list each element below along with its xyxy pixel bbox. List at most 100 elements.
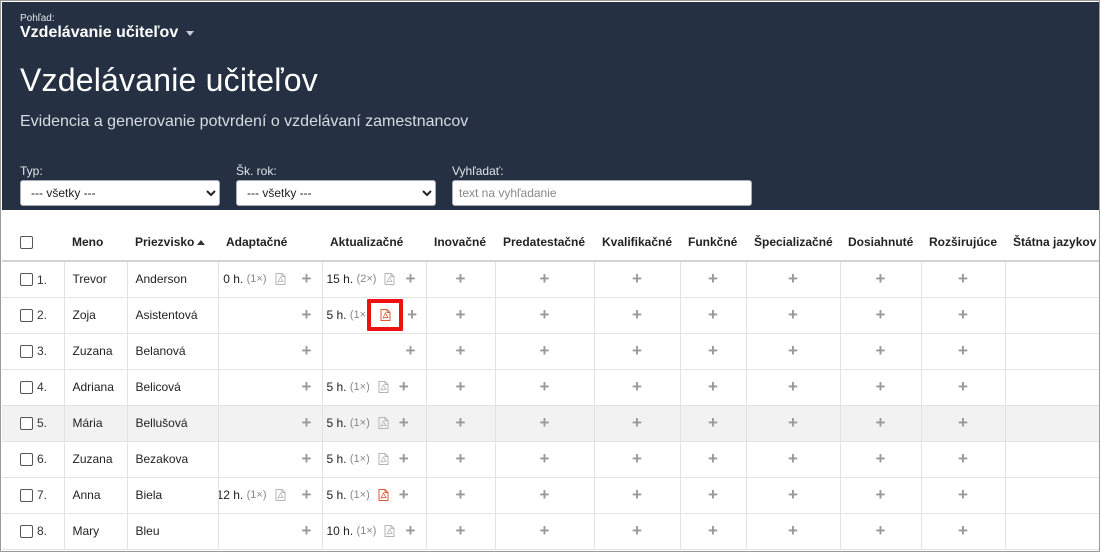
add-specializacne-icon[interactable]: + [786, 378, 800, 395]
add-dosiahnute-icon[interactable]: + [874, 306, 888, 323]
add-inovacne-icon[interactable]: + [454, 414, 468, 431]
column-header-inovacne[interactable]: Inovačné [426, 223, 495, 261]
add-inovacne-icon[interactable]: + [454, 450, 468, 467]
add-funkcne-icon[interactable]: + [706, 414, 720, 431]
add-rozsirujuce-icon[interactable]: + [956, 522, 970, 539]
add-dosiahnute-icon[interactable]: + [874, 486, 888, 503]
add-kvalifikacne-icon[interactable]: + [630, 270, 644, 287]
add-inovacne-icon[interactable]: + [454, 486, 468, 503]
add-kvalifikacne-icon[interactable]: + [630, 486, 644, 503]
add-specializacne-icon[interactable]: + [786, 414, 800, 431]
add-dosiahnute-icon[interactable]: + [874, 270, 888, 287]
table-row[interactable]: 6. Zuzana Bezakova +5 h. (1×) + + + + + + + + [2, 441, 1099, 477]
table-row[interactable]: 3. Zuzana Belanová + + + + + + + + + [2, 333, 1099, 369]
highlighted-pdf-button[interactable] [367, 299, 404, 331]
table-row[interactable]: 8. Mary Bleu +10 h. (1×) + + + + + + + + [2, 513, 1099, 549]
column-header-predatestacne[interactable]: Predatestačné [495, 223, 594, 261]
add-adaptacne-icon[interactable]: + [300, 342, 314, 359]
add-kvalifikacne-icon[interactable]: + [630, 450, 644, 467]
column-header-priezvisko[interactable]: Priezvisko [127, 223, 218, 261]
column-header-aktualizacne[interactable]: Aktualizačné [322, 223, 426, 261]
add-adaptacne-icon[interactable]: + [300, 270, 314, 287]
add-predatestacne-icon[interactable]: + [538, 450, 552, 467]
add-dosiahnute-icon[interactable]: + [874, 414, 888, 431]
column-header-statna-jazykova[interactable]: Štátna jazykov [1005, 223, 1099, 261]
add-aktualizacne-icon[interactable]: + [397, 486, 411, 503]
add-predatestacne-icon[interactable]: + [538, 378, 552, 395]
table-row[interactable]: 5. Mária Bellušová +5 h. (1×) + + + + + + + + [2, 405, 1099, 441]
add-kvalifikacne-icon[interactable]: + [630, 378, 644, 395]
add-rozsirujuce-icon[interactable]: + [956, 486, 970, 503]
add-predatestacne-icon[interactable]: + [538, 522, 552, 539]
table-row[interactable]: 4. Adriana Belicová +5 h. (1×) + + + + + + + + [2, 369, 1099, 405]
row-checkbox[interactable] [20, 344, 33, 358]
add-dosiahnute-icon[interactable]: + [874, 522, 888, 539]
add-predatestacne-icon[interactable]: + [538, 270, 552, 287]
pdf-file-icon[interactable] [378, 489, 389, 501]
row-checkbox[interactable] [20, 524, 33, 538]
add-specializacne-icon[interactable]: + [786, 270, 800, 287]
table-row[interactable]: 7. Anna Biela 12 h. (1×) +5 h. (1×) + + + + + + + + [2, 477, 1099, 513]
row-select-cell[interactable]: 5. [2, 405, 64, 441]
row-checkbox[interactable] [20, 380, 33, 394]
select-all-checkbox[interactable] [20, 235, 33, 249]
row-select-cell[interactable]: 6. [2, 441, 64, 477]
pdf-file-icon[interactable] [378, 381, 389, 393]
pdf-file-icon[interactable] [380, 309, 391, 321]
add-funkcne-icon[interactable]: + [706, 378, 720, 395]
view-dropdown[interactable]: Vzdelávanie učiteľov [20, 24, 195, 42]
add-specializacne-icon[interactable]: + [786, 486, 800, 503]
add-adaptacne-icon[interactable]: + [300, 414, 314, 431]
add-aktualizacne-icon[interactable]: + [403, 522, 417, 539]
column-header-dosiahnute[interactable]: Dosiahnuté [840, 223, 921, 261]
add-specializacne-icon[interactable]: + [786, 342, 800, 359]
pdf-file-icon[interactable] [378, 417, 389, 429]
add-adaptacne-icon[interactable]: + [300, 486, 314, 503]
search-input[interactable] [452, 180, 752, 206]
add-adaptacne-icon[interactable]: + [300, 306, 314, 323]
column-header-funkcne[interactable]: Funkčné [680, 223, 746, 261]
add-kvalifikacne-icon[interactable]: + [630, 522, 644, 539]
add-rozsirujuce-icon[interactable]: + [956, 378, 970, 395]
add-funkcne-icon[interactable]: + [706, 450, 720, 467]
row-select-cell[interactable]: 3. [2, 333, 64, 369]
add-predatestacne-icon[interactable]: + [538, 306, 552, 323]
add-inovacne-icon[interactable]: + [454, 270, 468, 287]
pdf-file-icon[interactable] [384, 273, 395, 286]
add-inovacne-icon[interactable]: + [454, 522, 468, 539]
school-year-select[interactable]: --- všetky --- [236, 180, 436, 206]
row-select-cell[interactable]: 2. [2, 297, 64, 333]
add-funkcne-icon[interactable]: + [706, 306, 720, 323]
add-aktualizacne-icon[interactable]: + [403, 270, 417, 287]
add-specializacne-icon[interactable]: + [786, 450, 800, 467]
add-rozsirujuce-icon[interactable]: + [956, 342, 970, 359]
row-select-cell[interactable]: 4. [2, 369, 64, 405]
row-select-cell[interactable]: 8. [2, 513, 64, 549]
add-rozsirujuce-icon[interactable]: + [956, 414, 970, 431]
add-aktualizacne-icon[interactable]: + [397, 414, 411, 431]
add-inovacne-icon[interactable]: + [454, 306, 468, 323]
add-predatestacne-icon[interactable]: + [538, 414, 552, 431]
column-header-specializacne[interactable]: Špecializačné [746, 223, 840, 261]
add-predatestacne-icon[interactable]: + [538, 486, 552, 503]
add-inovacne-icon[interactable]: + [454, 342, 468, 359]
add-rozsirujuce-icon[interactable]: + [956, 450, 970, 467]
pdf-file-icon[interactable] [275, 273, 286, 286]
pdf-file-icon[interactable] [384, 525, 395, 537]
add-rozsirujuce-icon[interactable]: + [956, 270, 970, 287]
add-aktualizacne-icon[interactable]: + [404, 342, 418, 359]
add-inovacne-icon[interactable]: + [454, 378, 468, 395]
add-aktualizacne-icon[interactable]: + [397, 450, 411, 467]
add-funkcne-icon[interactable]: + [706, 270, 720, 287]
add-adaptacne-icon[interactable]: + [300, 450, 314, 467]
teachers-table-container[interactable]: Meno Priezvisko Adaptačné Aktualizačné I… [2, 223, 1099, 551]
add-funkcne-icon[interactable]: + [706, 486, 720, 503]
add-specializacne-icon[interactable]: + [786, 522, 800, 539]
row-select-cell[interactable]: 1. [2, 261, 64, 297]
add-funkcne-icon[interactable]: + [706, 342, 720, 359]
column-header-meno[interactable]: Meno [64, 223, 127, 261]
column-header-adaptacne[interactable]: Adaptačné [218, 223, 322, 261]
add-kvalifikacne-icon[interactable]: + [630, 306, 644, 323]
pdf-file-icon[interactable] [378, 453, 389, 465]
column-header-kvalifikacne[interactable]: Kvalifikačné [594, 223, 680, 261]
